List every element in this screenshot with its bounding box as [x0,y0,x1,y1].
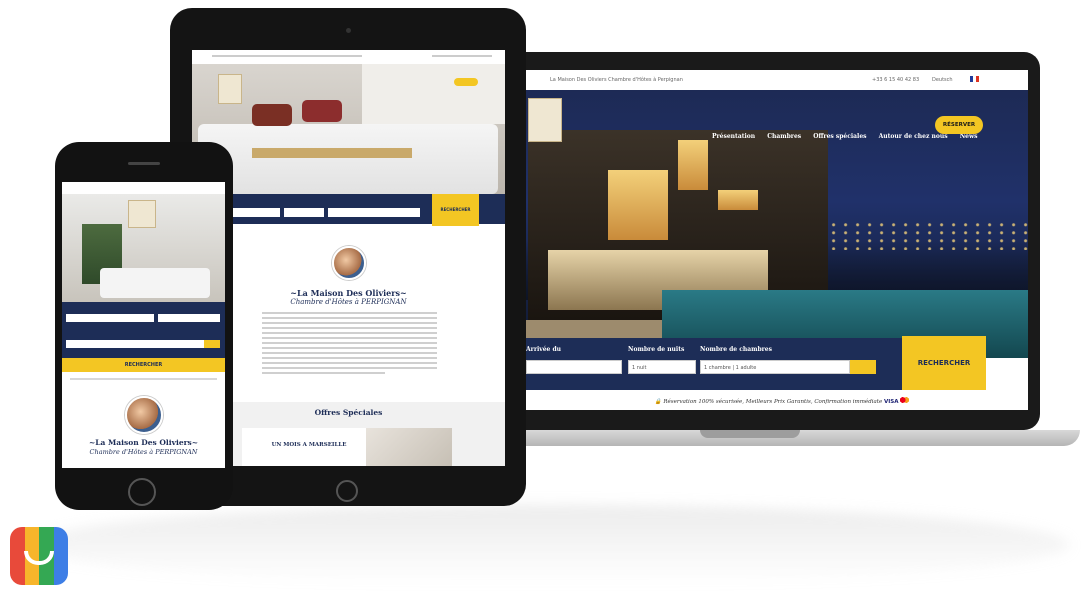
tablet-hero-image [192,64,505,194]
arrive-date-field[interactable] [526,360,622,374]
laptop-phone-number[interactable]: +33 6 15 40 42 83 [872,77,919,83]
offer-card-image [366,428,452,466]
tablet-rooms-field[interactable] [328,208,420,217]
tablet-site-subtitle: Chambre d'Hôtes à PERPIGNAN [290,298,407,306]
rooms-label: Nombre de chambres [700,346,773,353]
phone-host-avatar [125,396,163,434]
tablet-reserve-button[interactable] [454,78,478,86]
tablet-site-title: ~La Maison Des Oliviers~ [290,288,407,298]
mastercard-icon [900,397,910,403]
phone-site-title: ~La Maison Des Oliviers~ [88,438,199,447]
phone-site-logo[interactable] [128,200,156,228]
tablet-camera [346,28,351,33]
nav-autour[interactable]: Autour de chez nous [879,133,948,140]
nav-presentation[interactable]: Présentation [712,133,755,140]
visa-icon: VISA [883,399,899,405]
offer-card-title: UN MOIS A MARSEILLE [271,442,347,448]
tablet-nights-field[interactable] [284,208,324,217]
laptop-footnote: 🔒 Réservation 100% sécurisée, Meilleurs … [612,397,952,405]
tablet-intro-paragraph [262,312,437,377]
phone-speaker [128,162,160,165]
rooms-apply-button[interactable] [850,360,876,374]
laptop-topbar: La Maison Des Oliviers Chambre d'Hôtes à… [522,70,1028,90]
laptop-language-switch[interactable]: Deutsch [932,77,953,83]
bed-illustration [198,124,498,194]
phone-nights-field[interactable] [158,314,220,322]
laptop-search-bar: Arrivée du Nombre de nuits 1 nuit Nombre… [522,338,902,390]
laptop-notch [700,430,800,438]
host-avatar [332,246,366,280]
phone-hero-image [62,194,225,302]
phone-rooms-field[interactable] [66,340,204,348]
nights-label: Nombre de nuits [628,346,685,353]
device-reflection [30,505,1070,585]
french-flag-icon[interactable] [970,76,979,82]
tablet-home-button[interactable] [336,480,358,502]
phone-arrive-field[interactable] [66,314,154,322]
phone-footnote-line [70,378,217,380]
tablet-topbar [192,50,505,64]
laptop-search-button[interactable]: RECHERCHER [902,336,986,390]
nights-select[interactable]: 1 nuit [628,360,696,374]
nav-news[interactable]: News [960,133,978,140]
laptop-brand-title: La Maison Des Oliviers Chambre d'Hôtes à… [550,77,683,83]
laptop-hero-image: Présentation Chambres Offres spéciales A… [522,90,1028,358]
nav-offres-speciales[interactable]: Offres spéciales [813,133,866,140]
nav-chambres[interactable]: Chambres [767,133,801,140]
offer-card[interactable]: UN MOIS A MARSEILLE [242,428,452,466]
phone-rooms-apply-button[interactable] [204,340,220,348]
laptop-screen: La Maison Des Oliviers Chambre d'Hôtes à… [522,70,1028,410]
phone-search-button[interactable]: RECHERCHER [62,358,225,372]
tablet-site-logo[interactable] [218,74,242,104]
reserve-button[interactable]: RÉSERVER [935,116,983,134]
lock-icon: 🔒 [654,399,662,405]
rooms-select[interactable]: 1 chambre | 1 adulte [700,360,850,374]
phone-screen: RECHERCHER ~La Maison Des Oliviers~ Cham… [62,182,225,468]
phone-bed-illustration [100,268,210,298]
offers-heading: Offres Spéciales [314,408,383,417]
site-logo[interactable] [528,98,562,142]
arrive-label: Arrivée du [526,346,562,353]
laptop-footnote-text: Réservation 100% sécurisée, Meilleurs Pr… [663,399,883,405]
app-logo-icon [10,527,68,585]
tablet-search-button[interactable]: RECHERCHER [432,194,479,226]
phone-site-subtitle: Chambre d'Hôtes à PERPIGNAN [89,448,198,456]
phone-home-button[interactable] [128,478,156,506]
tablet-screen: RECHERCHER ~La Maison Des Oliviers~ Cham… [192,50,505,466]
phone-search-bar [62,302,225,358]
